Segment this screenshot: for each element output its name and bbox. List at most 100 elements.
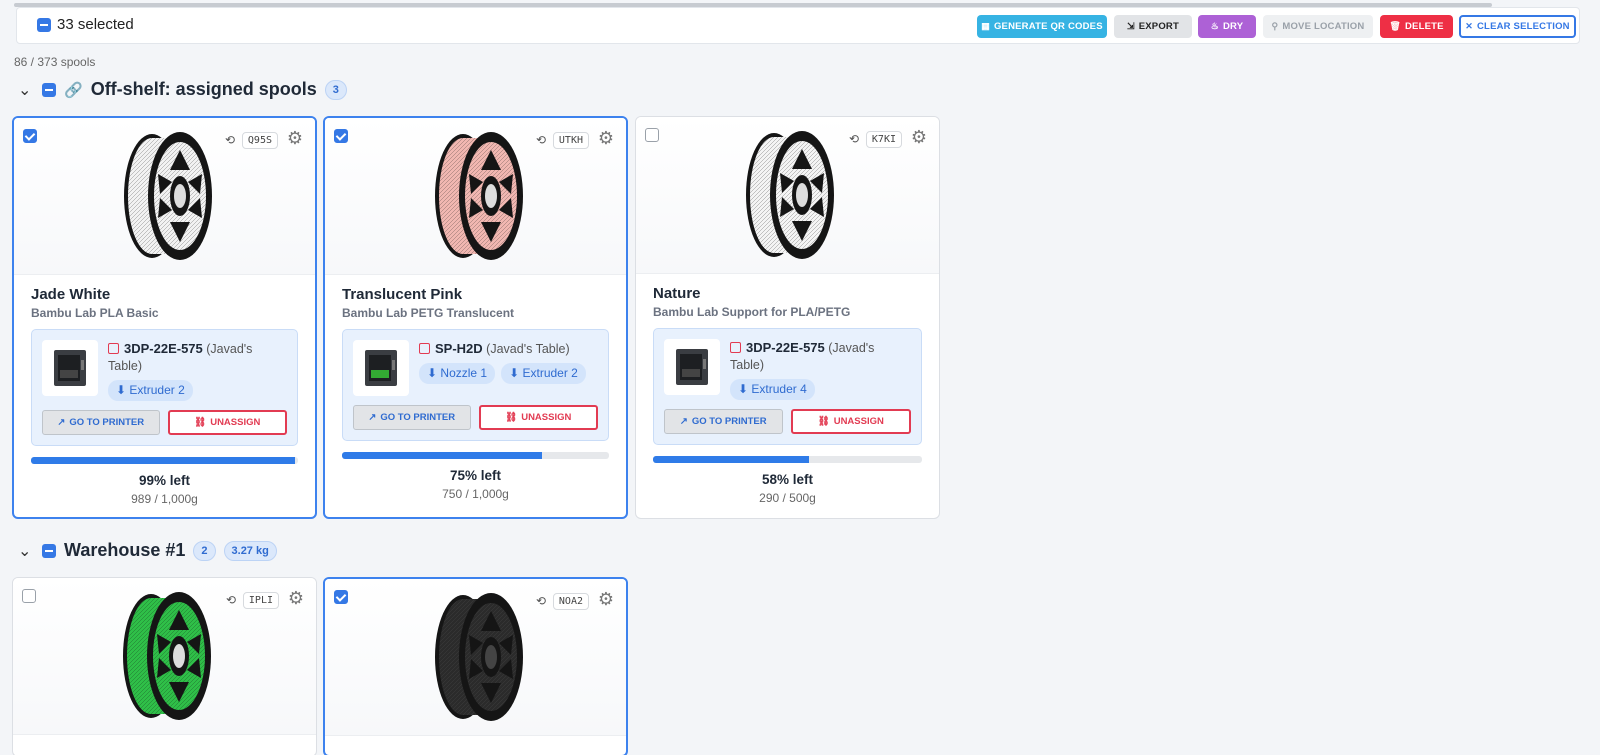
gear-icon[interactable]: ⚙ [287, 128, 303, 149]
spool-code: NOA2 [552, 593, 589, 610]
spool-select-checkbox[interactable] [334, 590, 348, 604]
generate-qr-codes-label: GENERATE QR CODES [993, 21, 1103, 32]
close-icon: ✕ [1465, 21, 1473, 31]
group-count-badge: 2 [193, 540, 216, 561]
remaining-weight: 750 / 1,000g [442, 487, 509, 501]
printer-code[interactable]: SP-H2D [435, 341, 483, 356]
go-to-printer-label: GO TO PRINTER [69, 417, 145, 428]
export-button[interactable]: ⇲ EXPORT [1114, 15, 1192, 38]
select-all-checkbox[interactable] [37, 18, 51, 32]
chevron-down-icon[interactable]: ⌄ [18, 80, 34, 100]
location-pin-icon: ⚲ [1271, 21, 1279, 31]
spool-card[interactable]: ⟲ Q95S ⚙ Jade White Bambu Lab PLA Basic … [12, 116, 317, 519]
remaining-percent: 75% left [449, 468, 502, 483]
unlink-icon: ⛓ [817, 416, 830, 427]
printer-code[interactable]: 3DP-22E-575 [124, 341, 203, 356]
gear-icon[interactable]: ⚙ [288, 588, 304, 609]
spool-card[interactable]: ⟲ UTKH ⚙ Translucent Pink Bambu Lab PETG… [323, 116, 628, 519]
remaining-percent: 99% left [138, 473, 191, 488]
spool-card[interactable]: ⟲ K7KI ⚙ Nature Bambu Lab Support for PL… [635, 116, 940, 519]
nfc-icon[interactable]: ⟲ [226, 593, 236, 607]
printer-assignment: 3DP-22E-575 (Javad's Table) ⬇ Extruder 2… [31, 329, 298, 446]
printer-image [676, 349, 708, 385]
unassign-label: UNASSIGN [833, 416, 884, 427]
spool-code: UTKH [552, 132, 589, 149]
extruder-chips: ⬇ Extruder 4 [730, 379, 911, 400]
gear-icon[interactable]: ⚙ [911, 127, 927, 148]
unassign-button[interactable]: ⛓ UNASSIGN [478, 405, 598, 430]
nfc-icon[interactable]: ⟲ [536, 133, 546, 147]
selected-count: 33 selected [57, 16, 134, 33]
gear-icon[interactable]: ⚙ [598, 589, 614, 610]
group-weight-badge: 3.27 kg [223, 540, 277, 561]
spool-select-checkbox[interactable] [22, 589, 36, 603]
extruder-chip-label: Extruder 4 [751, 382, 807, 396]
go-to-printer-button[interactable]: ↗ GO TO PRINTER [353, 405, 471, 430]
go-to-printer-button[interactable]: ↗ GO TO PRINTER [664, 409, 783, 434]
remaining-progress-bar [342, 452, 609, 459]
spool-material: Bambu Lab PLA Basic [31, 306, 159, 320]
nozzle-icon: ⬇ [509, 366, 520, 380]
spool-image [435, 132, 523, 260]
link-icon: 🔗 [64, 81, 83, 99]
spool-select-checkbox[interactable] [334, 129, 348, 143]
spool-count: 86 / 373 spools [14, 55, 96, 69]
extruder-chip-label: Nozzle 1 [440, 366, 488, 380]
generate-qr-codes-button[interactable]: ▦ GENERATE QR CODES [977, 15, 1107, 38]
spool-code: Q95S [241, 132, 278, 149]
unlink-icon: ⛓ [505, 412, 518, 423]
extruder-chip: ⬇ Extruder 2 [501, 363, 586, 384]
move-location-button[interactable]: ⚲ MOVE LOCATION [1263, 15, 1373, 38]
printer-info: SP-H2D (Javad's Table) ⬇ Nozzle 1 ⬇ Extru… [419, 340, 586, 396]
unassign-label: UNASSIGN [210, 417, 261, 428]
spool-material: Bambu Lab Support for PLA/PETG [653, 305, 851, 319]
extruder-chips: ⬇ Nozzle 1 ⬇ Extruder 2 [419, 363, 586, 384]
chevron-down-icon[interactable]: ⌄ [18, 541, 34, 561]
nfc-icon[interactable]: ⟲ [536, 594, 546, 608]
printer-image [54, 350, 86, 386]
unlink-icon: ⛓ [194, 417, 207, 428]
spool-select-checkbox[interactable] [23, 129, 37, 143]
spool-image [746, 131, 834, 259]
spool-image [435, 593, 523, 721]
group-select-checkbox[interactable] [42, 543, 56, 558]
group-title: Warehouse #1 [64, 540, 186, 560]
printer-image [365, 350, 397, 386]
spool-card-header: ⟲ UTKH ⚙ [325, 118, 626, 275]
nozzle-icon: ⬇ [738, 382, 749, 396]
dry-label: DRY [1222, 21, 1244, 32]
spool-card[interactable]: ⟲ IPLI ⚙ [12, 577, 317, 755]
go-to-printer-button[interactable]: ↗ GO TO PRINTER [42, 410, 160, 435]
delete-button[interactable]: 🗑 DELETE [1380, 15, 1453, 38]
printer-code[interactable]: 3DP-22E-575 [746, 340, 825, 355]
extruder-chip: ⬇ Extruder 4 [730, 379, 815, 400]
move-location-label: MOVE LOCATION [1282, 21, 1365, 32]
nfc-icon[interactable]: ⟲ [225, 133, 235, 147]
group-header-off-shelf: ⌄ 🔗 Off-shelf: assigned spools 3 [18, 79, 347, 100]
printer-location: (Javad's Table) [486, 342, 570, 356]
export-icon: ⇲ [1126, 21, 1135, 31]
spool-card[interactable]: ⟲ NOA2 ⚙ [323, 577, 628, 755]
gear-icon[interactable]: ⚙ [598, 128, 614, 149]
dry-button[interactable]: ♨ DRY [1198, 15, 1256, 38]
clear-selection-label: CLEAR SELECTION [1477, 21, 1570, 32]
spool-card-body: Translucent Pink Bambu Lab PETG Transluc… [325, 275, 626, 501]
unassign-button[interactable]: ⛓ UNASSIGN [790, 409, 911, 434]
printer-thumbnail [353, 340, 409, 396]
spool-image [123, 592, 211, 720]
remaining-progress-bar [653, 456, 922, 463]
spool-select-checkbox[interactable] [645, 128, 659, 142]
remaining-progress-bar [31, 457, 298, 464]
flame-icon: ♨ [1210, 21, 1219, 31]
printer-status-icon [108, 343, 119, 354]
extruder-chip: ⬇ Extruder 2 [108, 380, 193, 401]
group-select-checkbox[interactable] [42, 82, 56, 97]
extruder-chip-label: Extruder 2 [522, 366, 578, 380]
spool-name: Jade White [31, 286, 111, 303]
printer-assignment: SP-H2D (Javad's Table) ⬇ Nozzle 1 ⬇ Extru… [342, 329, 609, 441]
nfc-icon[interactable]: ⟲ [849, 132, 859, 146]
go-to-printer-label: GO TO PRINTER [691, 416, 767, 427]
unassign-button[interactable]: ⛓ UNASSIGN [167, 410, 287, 435]
group-count-badge: 3 [324, 79, 347, 100]
clear-selection-button[interactable]: ✕ CLEAR SELECTION [1459, 15, 1576, 38]
